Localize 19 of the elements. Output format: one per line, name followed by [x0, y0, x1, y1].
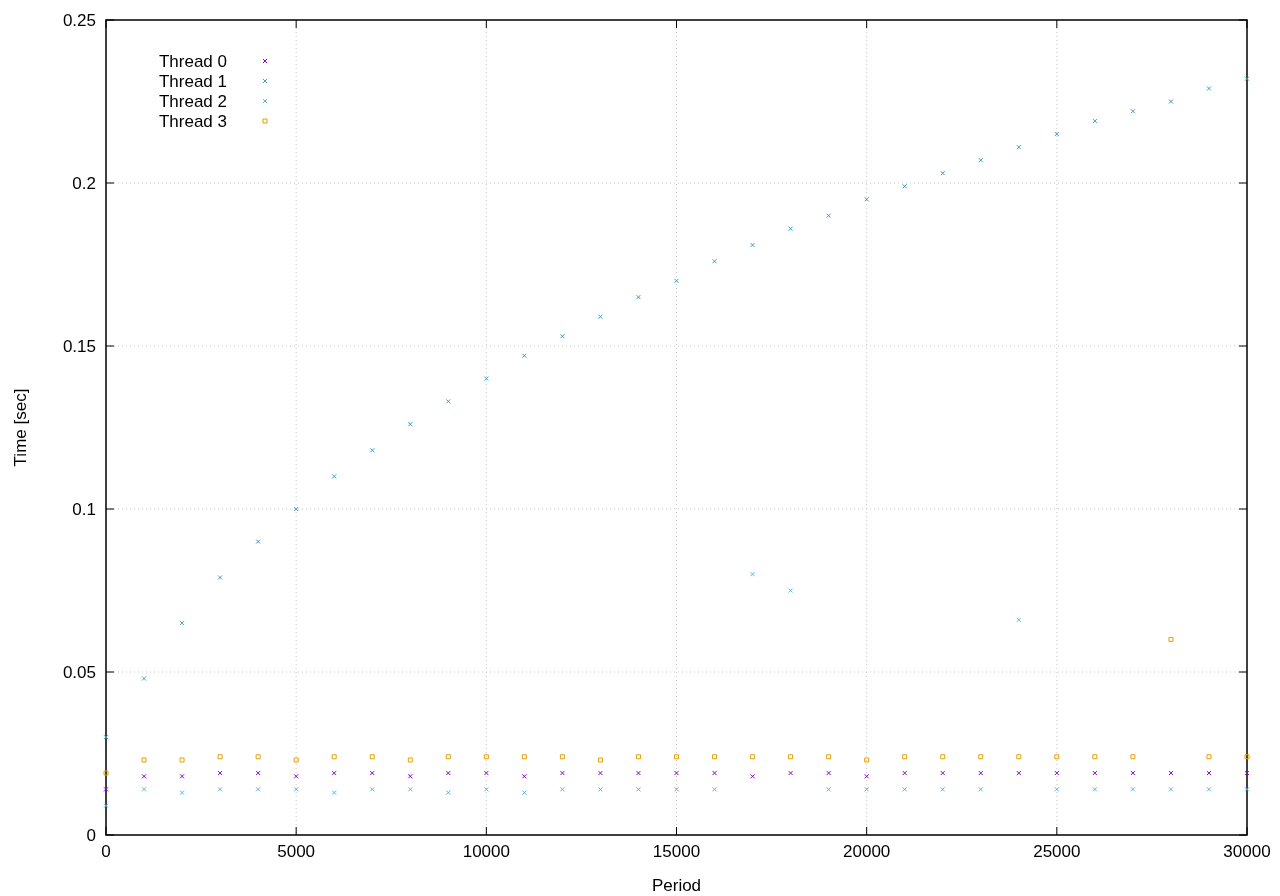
tick-label: 25000 [1033, 842, 1081, 861]
tick-label: 0.2 [72, 174, 96, 193]
tick-label: 0 [86, 826, 96, 845]
tick-label: 5000 [277, 842, 316, 861]
tick-label: 0.15 [62, 337, 96, 356]
tick-label: 0.05 [62, 663, 96, 682]
axis-title: Time [sec] [11, 388, 30, 467]
axis-title: Period [651, 876, 702, 895]
tick-label: 10000 [462, 842, 510, 861]
tick-label: 20000 [843, 842, 891, 861]
legend-label: Thread 0 [158, 52, 227, 71]
legend-label: Thread 3 [158, 112, 227, 131]
legend-label: Thread 1 [158, 72, 227, 91]
tick-label: 0.1 [72, 500, 96, 519]
tick-label: 15000 [652, 842, 701, 861]
tick-label: 30000 [1223, 842, 1271, 861]
tick-label: 0 [101, 842, 111, 861]
legend-label: Thread 2 [158, 92, 227, 111]
tick-label: 0.25 [62, 11, 96, 30]
